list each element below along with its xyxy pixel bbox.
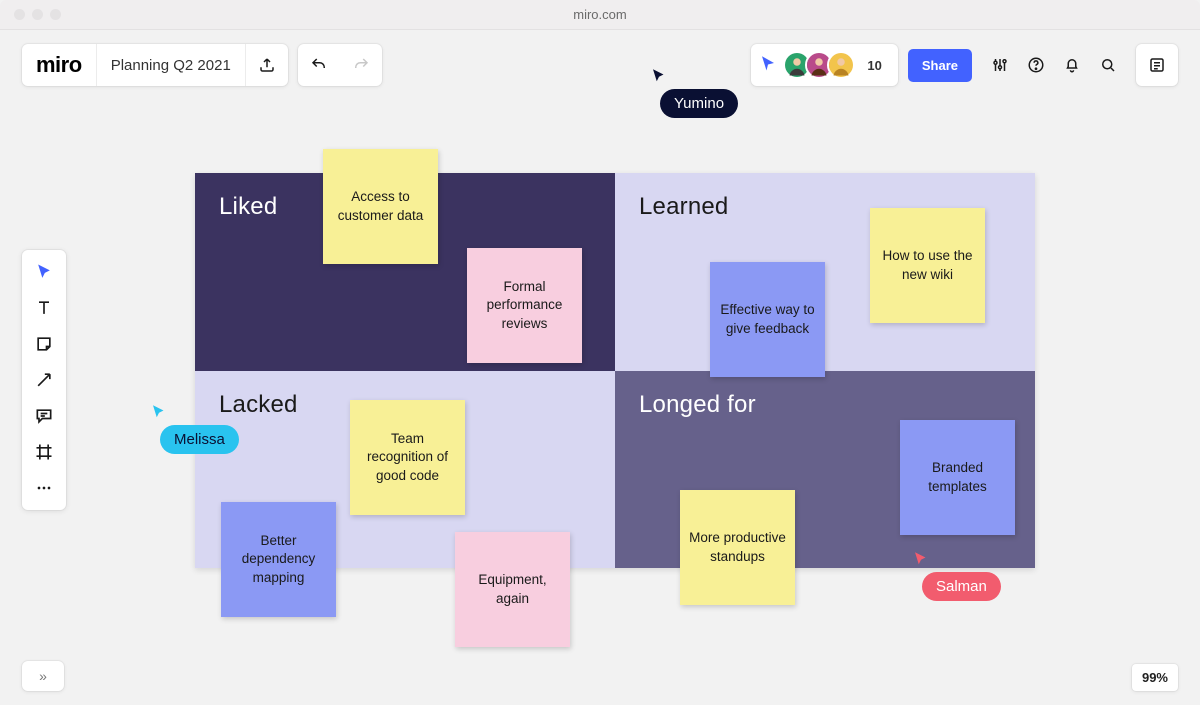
avatar-stack[interactable]: [783, 51, 855, 79]
remote-cursor-yumino: Yumino: [650, 67, 738, 118]
redo-icon[interactable]: [340, 44, 382, 86]
sticky-note-text: Formal performance reviews: [475, 278, 574, 333]
cursor-label: Yumino: [660, 89, 738, 118]
search-icon[interactable]: [1090, 44, 1126, 86]
sticky-note-text: Branded templates: [908, 459, 1007, 495]
share-button[interactable]: Share: [908, 49, 972, 82]
cursor-label: Melissa: [160, 425, 239, 454]
tool-comment-icon[interactable]: [22, 398, 66, 434]
sticky-note-text: How to use the new wiki: [878, 247, 977, 283]
tool-select-icon[interactable]: [22, 254, 66, 290]
browser-url: miro.com: [0, 7, 1200, 22]
sticky-note[interactable]: Better dependency mapping: [221, 502, 336, 617]
sticky-note[interactable]: Equipment, again: [455, 532, 570, 647]
notifications-icon[interactable]: [1054, 44, 1090, 86]
app-canvas[interactable]: miro Planning Q2 2021: [0, 30, 1200, 705]
sticky-note-text: Access to customer data: [331, 188, 430, 224]
sticky-note-text: More productive standups: [688, 529, 787, 565]
presentation-arrow-icon[interactable]: [759, 54, 777, 77]
browser-chrome: miro.com: [0, 0, 1200, 30]
history-pill: [298, 44, 382, 86]
sticky-note[interactable]: How to use the new wiki: [870, 208, 985, 323]
top-right-icons: [982, 44, 1126, 86]
sticky-note-text: Effective way to give feedback: [718, 301, 817, 337]
sticky-note[interactable]: More productive standups: [680, 490, 795, 605]
miro-logo[interactable]: miro: [22, 44, 97, 86]
quadrant-longed-for-title: Longed for: [639, 391, 1011, 419]
sticky-note-text: Better dependency mapping: [229, 532, 328, 587]
sticky-note[interactable]: Effective way to give feedback: [710, 262, 825, 377]
tool-text-icon[interactable]: [22, 290, 66, 326]
sticky-note-text: Equipment, again: [463, 571, 562, 607]
zoom-level[interactable]: 99%: [1132, 664, 1178, 691]
sticky-note[interactable]: Team recognition of good code: [350, 400, 465, 515]
remote-cursor-melissa: Melissa: [150, 403, 239, 454]
board-title[interactable]: Planning Q2 2021: [97, 44, 246, 86]
undo-icon[interactable]: [298, 44, 340, 86]
top-left-controls: miro Planning Q2 2021: [22, 44, 382, 86]
sticky-note[interactable]: Branded templates: [900, 420, 1015, 535]
chevron-right-icon: »: [39, 668, 47, 684]
tool-more-icon[interactable]: [22, 470, 66, 506]
top-right-controls: 10 Share: [751, 44, 1178, 86]
cursor-label: Salman: [922, 572, 1001, 601]
settings-icon[interactable]: [982, 44, 1018, 86]
remote-cursor-salman: Salman: [912, 550, 1001, 601]
export-icon[interactable]: [246, 44, 288, 86]
left-toolbar: [22, 250, 66, 510]
tool-frame-icon[interactable]: [22, 434, 66, 470]
sticky-note[interactable]: Access to customer data: [323, 149, 438, 264]
help-icon[interactable]: [1018, 44, 1054, 86]
board-info-pill: miro Planning Q2 2021: [22, 44, 288, 86]
expand-panel-button[interactable]: »: [22, 661, 64, 691]
activity-feed-button[interactable]: [1136, 44, 1178, 86]
sticky-note[interactable]: Formal performance reviews: [467, 248, 582, 363]
tool-arrow-icon[interactable]: [22, 362, 66, 398]
sticky-note-text: Team recognition of good code: [358, 430, 457, 485]
presence-pill[interactable]: 10: [751, 44, 897, 86]
tool-sticky-note-icon[interactable]: [22, 326, 66, 362]
presence-count[interactable]: 10: [861, 56, 887, 75]
avatar-user-3[interactable]: [827, 51, 855, 79]
